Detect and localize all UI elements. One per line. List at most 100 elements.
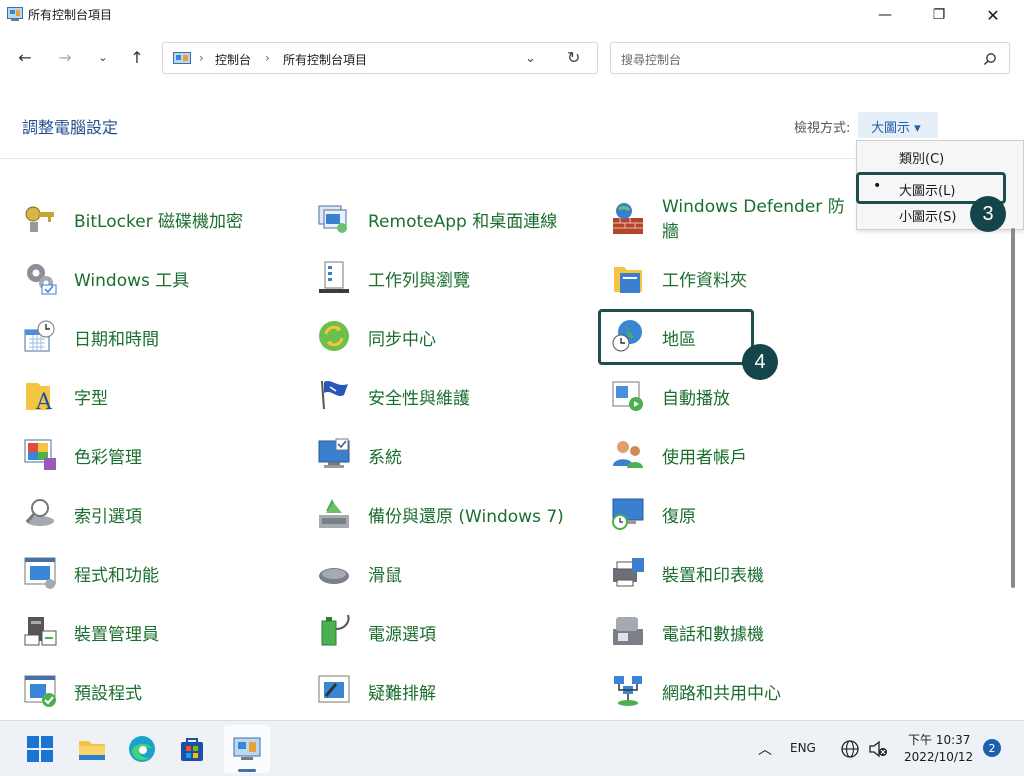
address-dropdown-icon[interactable]: ⌄ xyxy=(525,51,536,66)
item-label: Windows Defender 防牆 xyxy=(662,192,872,242)
scrollbar-thumb[interactable] xyxy=(1011,228,1015,588)
divider xyxy=(0,158,1004,159)
control-panel-item[interactable]: 色彩管理 xyxy=(22,434,302,474)
taskbar-icon xyxy=(319,261,349,293)
search-placeholder: 搜尋控制台 xyxy=(621,53,682,67)
control-panel-item[interactable]: 復原 xyxy=(610,493,890,533)
control-panel-item[interactable]: 自動播放 xyxy=(610,375,890,415)
show-hidden-icons-chevron-icon[interactable]: ︿ xyxy=(758,739,772,759)
power-options-icon xyxy=(321,614,350,646)
item-label: 滑鼠 xyxy=(368,566,402,586)
item-label: 備份與還原 (Windows 7) xyxy=(368,507,564,527)
control-panel-icon xyxy=(173,52,191,64)
clock-date[interactable]: 2022/10/12 xyxy=(904,750,973,764)
search-icon[interactable] xyxy=(983,52,997,66)
close-button[interactable]: ✕ xyxy=(966,0,1020,30)
control-panel-item[interactable]: Windows 工具 xyxy=(22,257,302,297)
item-label: 電話和數據機 xyxy=(662,625,764,645)
control-panel-item[interactable]: 網路和共用中心 xyxy=(610,670,890,710)
clock-time[interactable]: 下午 10:37 xyxy=(908,731,970,748)
item-label: Windows 工具 xyxy=(74,271,190,291)
vertical-scrollbar[interactable] xyxy=(1006,228,1016,718)
control-panel-item[interactable]: 系統 xyxy=(316,434,596,474)
globe-network-icon[interactable] xyxy=(840,739,860,759)
maximize-button[interactable]: ❐ xyxy=(912,0,966,30)
item-label: 工作列與瀏覽 xyxy=(368,271,470,291)
control-panel-item[interactable]: 裝置管理員 xyxy=(22,611,302,651)
start-windows-icon[interactable] xyxy=(24,733,56,765)
item-label: 疑難排解 xyxy=(368,684,436,704)
notification-badge[interactable]: 2 xyxy=(983,739,1001,757)
mouse-icon xyxy=(319,568,349,584)
search-box[interactable]: 搜尋控制台 xyxy=(610,42,1010,74)
item-label: 裝置管理員 xyxy=(74,625,159,645)
up-arrow-icon[interactable]: ↑ xyxy=(126,46,148,68)
item-label: 裝置和印表機 xyxy=(662,566,764,586)
item-label: 網路和共用中心 xyxy=(662,684,781,704)
control-panel-item[interactable]: 電話和數據機 xyxy=(610,611,890,651)
control-panel-item[interactable]: 疑難排解 xyxy=(316,670,596,710)
item-label: RemoteApp 和桌面連線 xyxy=(368,212,558,232)
page-title: 調整電腦設定 xyxy=(22,118,119,137)
minimize-button[interactable]: — xyxy=(858,0,912,30)
taskbar: ︿ ENG 下午 10:37 2022/10/12 2 xyxy=(0,720,1024,776)
highlight-region xyxy=(598,309,754,365)
item-label: BitLocker 磁碟機加密 xyxy=(74,212,244,232)
language-indicator[interactable]: ENG xyxy=(790,741,816,755)
control-panel-item[interactable]: 工作資料夾 xyxy=(610,257,890,297)
windows-tools-icon xyxy=(27,264,57,295)
color-management-icon xyxy=(24,439,56,470)
item-label: 安全性與維護 xyxy=(368,389,470,409)
indexing-icon xyxy=(25,499,54,526)
item-label: 程式和功能 xyxy=(74,566,159,586)
back-arrow-icon[interactable]: ← xyxy=(14,46,36,68)
item-label: 自動播放 xyxy=(662,389,730,409)
control-panel-item[interactable]: 日期和時間 xyxy=(22,316,302,356)
recent-chevron-icon[interactable]: ⌄ xyxy=(92,46,114,68)
control-panel-item[interactable]: 電源選項 xyxy=(316,611,596,651)
view-by-label: 檢視方式: xyxy=(794,121,851,136)
control-panel-item[interactable]: RemoteApp 和桌面連線 xyxy=(316,198,596,238)
item-label: 色彩管理 xyxy=(74,448,142,468)
control-panel-item[interactable]: 備份與還原 (Windows 7) xyxy=(316,493,596,533)
troubleshooting-icon xyxy=(318,675,350,703)
forward-arrow-icon[interactable]: → xyxy=(54,46,76,68)
phone-modem-icon xyxy=(613,617,643,645)
control-panel-window: 所有控制台項目 — ❐ ✕ ← → ⌄ ↑ › 控制台 › 所有控制台項目 ⌄ … xyxy=(0,0,1024,720)
control-panel-item[interactable]: 程式和功能 xyxy=(22,552,302,592)
control-panel-item[interactable]: 預設程式 xyxy=(22,670,302,710)
programs-features-icon xyxy=(24,557,56,589)
breadcrumb-all-items[interactable]: 所有控制台項目 xyxy=(283,51,367,68)
control-panel-item[interactable]: BitLocker 磁碟機加密 xyxy=(22,198,302,238)
control-panel-taskbar-icon[interactable] xyxy=(231,733,263,765)
control-panel-item[interactable]: A 字型 xyxy=(22,375,302,415)
control-panel-item[interactable]: 同步中心 xyxy=(316,316,596,356)
menu-item-label: 小圖示(S) xyxy=(899,210,957,225)
refresh-icon[interactable]: ↻ xyxy=(567,48,580,67)
control-panel-item[interactable]: 滑鼠 xyxy=(316,552,596,592)
edge-browser-icon[interactable] xyxy=(126,733,158,765)
control-panel-item[interactable]: 工作列與瀏覽 xyxy=(316,257,596,297)
device-manager-icon xyxy=(24,617,57,646)
breadcrumb-control-panel[interactable]: 控制台 xyxy=(215,51,251,68)
bitlocker-key-icon xyxy=(25,206,54,232)
security-flag-icon xyxy=(321,380,348,410)
control-panel-item[interactable]: 使用者帳戶 xyxy=(610,434,890,474)
store-icon[interactable] xyxy=(176,733,208,765)
user-accounts-icon xyxy=(613,441,643,468)
item-label: 系統 xyxy=(368,448,402,468)
menu-item-category[interactable]: 類別(C) xyxy=(857,144,1007,170)
item-label: 使用者帳戶 xyxy=(662,448,747,468)
item-label: 復原 xyxy=(662,507,696,527)
view-by-dropdown[interactable]: 大圖示 ▾ xyxy=(858,112,938,138)
control-panel-item[interactable]: Windows Defender 防牆 xyxy=(610,197,890,242)
address-field[interactable]: › 控制台 › 所有控制台項目 ⌄ ↻ xyxy=(162,42,598,74)
default-programs-icon xyxy=(24,675,56,707)
control-panel-item[interactable]: 安全性與維護 xyxy=(316,375,596,415)
recovery-icon xyxy=(612,498,644,530)
control-panel-icon xyxy=(7,7,23,21)
speaker-muted-icon[interactable] xyxy=(868,740,888,758)
control-panel-item[interactable]: 索引選項 xyxy=(22,493,302,533)
file-explorer-icon[interactable] xyxy=(76,733,108,765)
control-panel-item[interactable]: 裝置和印表機 xyxy=(610,552,890,592)
